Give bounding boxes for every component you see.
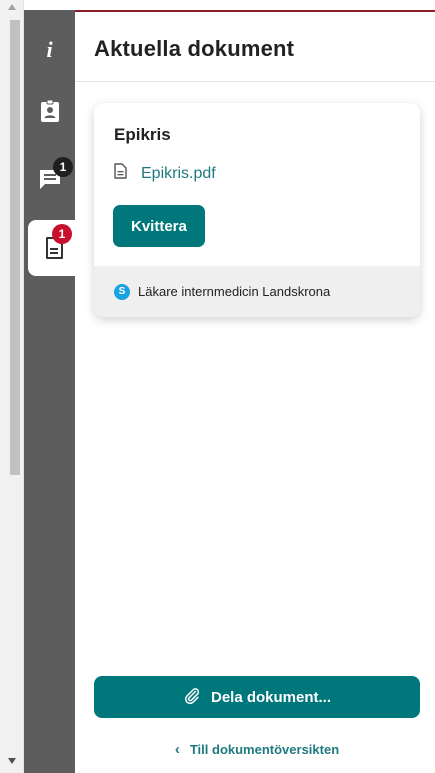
kvittera-button[interactable]: Kvittera xyxy=(113,205,205,247)
rail-item-patient[interactable] xyxy=(24,83,75,139)
sender-avatar: S xyxy=(114,283,130,300)
paperclip-icon xyxy=(183,687,201,708)
back-to-overview-link[interactable]: ‹ Till dokumentöversikten xyxy=(94,738,420,760)
share-document-label: Dela dokument... xyxy=(210,688,332,706)
file-icon xyxy=(114,163,127,184)
document-file-link[interactable]: Epikris.pdf xyxy=(114,163,216,184)
side-rail: i 1 1 xyxy=(24,10,79,773)
scrollbar-thumb[interactable] xyxy=(10,20,20,475)
scroll-up-arrow-icon[interactable] xyxy=(8,4,16,10)
share-document-button[interactable]: Dela dokument... xyxy=(94,676,420,718)
info-icon: i xyxy=(46,37,53,62)
document-card-title: Epikris xyxy=(114,125,171,144)
chevron-left-icon: ‹ xyxy=(174,740,180,758)
back-to-overview-label: Till dokumentöversikten xyxy=(189,741,340,757)
document-card-footer: S Läkare internmedicin Landskrona xyxy=(94,266,420,317)
app-root: i 1 1 Aktuella dokument Epikris Epikris.… xyxy=(0,0,435,773)
messages-badge: 1 xyxy=(53,157,73,177)
rail-item-documents[interactable]: 1 xyxy=(28,220,79,276)
rail-item-info[interactable]: i xyxy=(24,22,75,78)
document-file-name[interactable]: Epikris.pdf xyxy=(141,165,216,183)
page-title: Aktuella dokument xyxy=(94,36,295,61)
document-card: Epikris Epikris.pdf Kvittera S Läkare in… xyxy=(94,103,420,317)
contact-card-icon xyxy=(40,99,60,123)
rail-item-messages[interactable]: 1 xyxy=(24,151,75,207)
scroll-down-arrow-icon[interactable] xyxy=(8,758,16,764)
sender-name: Läkare internmedicin Landskrona xyxy=(138,284,331,299)
page-header: Aktuella dokument xyxy=(75,12,435,82)
vertical-scrollbar[interactable] xyxy=(0,0,24,773)
documents-badge: 1 xyxy=(52,224,72,244)
